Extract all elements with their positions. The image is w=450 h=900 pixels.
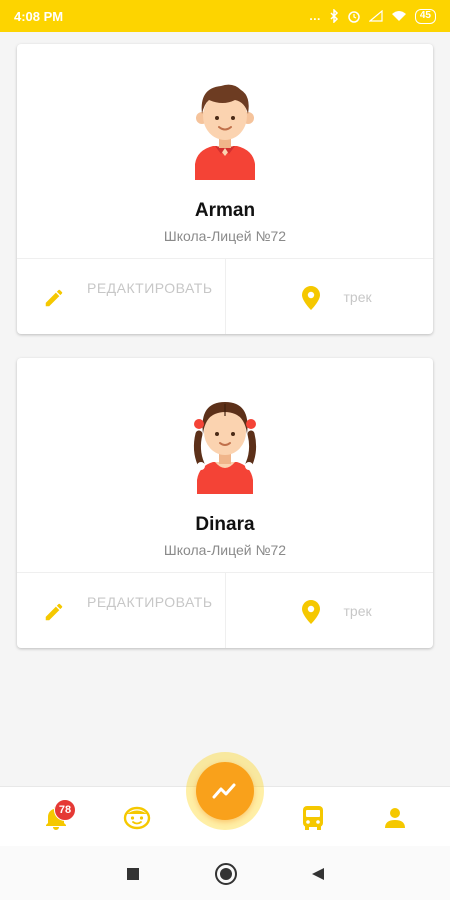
child-card[interactable]: Dinara Школа-Лицей №72 РЕДАКТИРОВАТЬ тре… [17,358,433,648]
bus-icon [303,806,323,830]
back-icon[interactable] [311,867,325,881]
home-icon[interactable] [215,863,237,885]
pencil-icon [45,603,63,621]
notifications-badge: 78 [54,799,76,821]
school-name: Школа-Лицей №72 [163,542,287,558]
system-nav-bar [0,846,450,900]
track-label: трек [343,603,372,619]
status-time: 4:08 PM [14,8,64,24]
child-card[interactable]: Arman Школа-Лицей №72 РЕДАКТИРОВАТЬ трек [17,44,433,334]
recents-icon[interactable] [127,868,139,880]
status-icons: … 45 [308,8,436,24]
face-icon [123,806,151,830]
location-pin-icon [301,286,320,310]
track-button[interactable]: трек [226,573,434,648]
nav-child-face[interactable] [122,803,152,833]
edit-button[interactable]: РЕДАКТИРОВАТЬ [17,573,226,648]
boy-avatar [195,84,255,180]
trending-icon [212,783,236,799]
nav-bus[interactable] [298,803,328,833]
wifi-icon [391,11,406,21]
card-actions: РЕДАКТИРОВАТЬ трек [17,258,433,334]
location-pin-icon [301,600,320,624]
nav-profile[interactable] [380,803,410,833]
edit-label: РЕДАКТИРОВАТЬ [87,280,213,296]
track-button[interactable]: трек [226,259,434,334]
bluetooth-icon [330,9,338,23]
signal-icon [368,10,383,22]
battery-icon: 45 [414,8,436,24]
child-name: Dinara [195,514,255,535]
track-label: трек [343,289,372,305]
alarm-icon [348,11,360,23]
screen: 4:08 PM … 45 Arman Школа-Лицей №72 РЕДАК… [0,0,450,900]
dots-icon: … [308,9,321,23]
pencil-icon [45,289,63,307]
status-bar: 4:08 PM … 45 [0,0,450,32]
school-name: Школа-Лицей №72 [163,228,287,244]
user-icon [385,808,405,828]
edit-button[interactable]: РЕДАКТИРОВАТЬ [17,259,226,334]
child-name: Arman [194,200,256,221]
card-actions: РЕДАКТИРОВАТЬ трек [17,572,433,648]
edit-label: РЕДАКТИРОВАТЬ [87,594,213,610]
activity-fab[interactable] [196,762,254,820]
girl-avatar [193,402,257,494]
